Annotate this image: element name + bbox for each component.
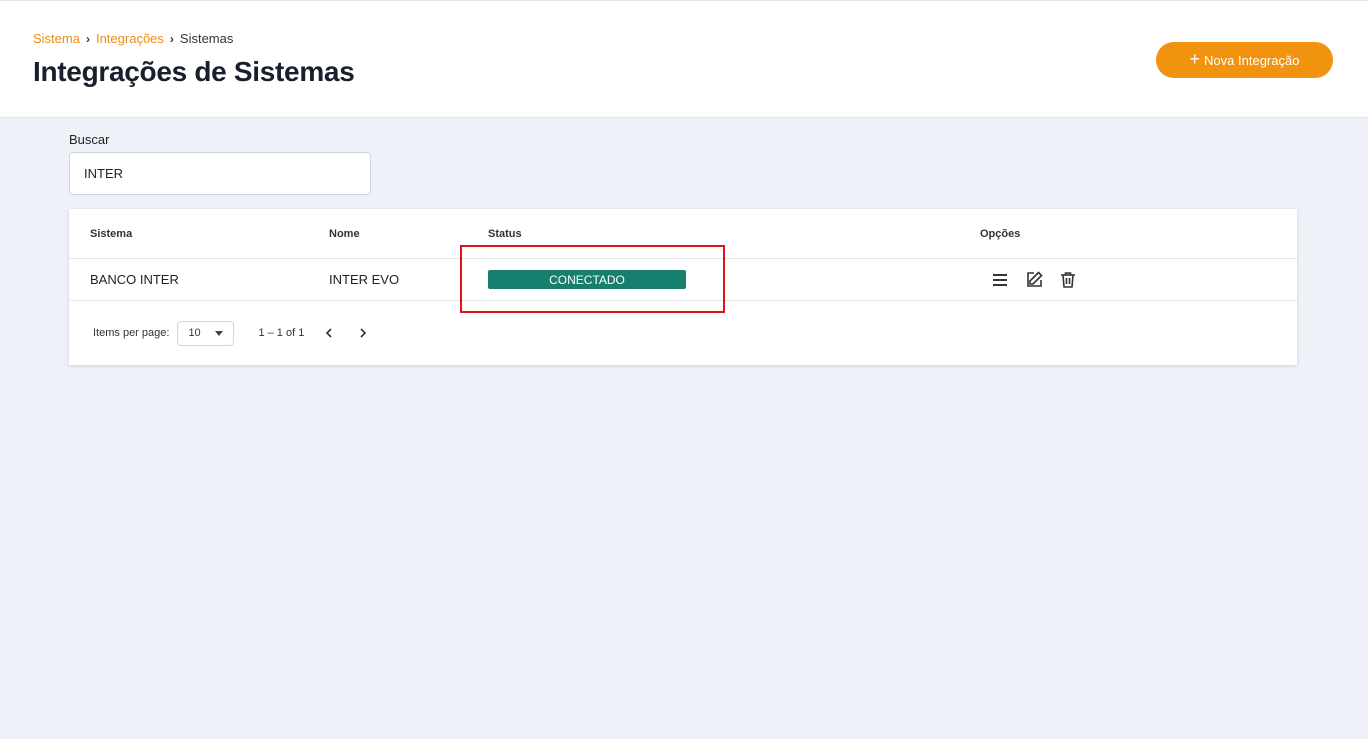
column-header-nome[interactable]: Nome	[329, 209, 360, 258]
integrations-table: Sistema Nome Status Opções BANCO INTER I…	[69, 209, 1297, 365]
new-integration-label: Nova Integração	[1204, 52, 1300, 68]
breadcrumb-separator-icon: ›	[169, 31, 174, 46]
column-header-sistema[interactable]: Sistema	[90, 209, 132, 258]
cell-sistema: BANCO INTER	[90, 272, 179, 287]
plus-icon: +	[1189, 49, 1201, 69]
breadcrumb-item-sistema[interactable]: Sistema	[33, 31, 80, 46]
breadcrumb: Sistema › Integrações › Sistemas	[33, 31, 233, 46]
next-page-button[interactable]	[354, 324, 372, 342]
column-header-opcoes: Opções	[980, 227, 1021, 240]
items-per-page-value: 10	[188, 327, 201, 339]
chevron-left-icon	[326, 328, 332, 338]
cell-opcoes	[980, 259, 1078, 300]
search-label: Buscar	[69, 132, 110, 147]
breadcrumb-separator-icon: ›	[85, 31, 90, 46]
edit-icon[interactable]	[1024, 270, 1044, 290]
table-row[interactable]: BANCO INTER INTER EVO CONECTADO	[69, 259, 1297, 301]
previous-page-button[interactable]	[320, 324, 338, 342]
column-header-status[interactable]: Status	[488, 209, 522, 258]
trash-icon[interactable]	[1058, 270, 1078, 290]
caret-down-icon	[215, 330, 224, 336]
page-header: Sistema › Integrações › Sistemas Integra…	[0, 0, 1368, 118]
cell-nome: INTER EVO	[329, 272, 400, 287]
table-header-row: Sistema Nome Status Opções	[69, 209, 1297, 259]
breadcrumb-item-integracoes[interactable]: Integrações	[96, 31, 164, 46]
page-title: Integrações de Sistemas	[33, 56, 355, 87]
paginator: Items per page: 10 1 – 1 of 1	[69, 301, 1297, 365]
page-range: 1 – 1 of 1	[258, 327, 305, 339]
chevron-right-icon	[360, 328, 367, 338]
items-per-page-select[interactable]: 10	[177, 320, 235, 346]
menu-icon[interactable]	[990, 270, 1010, 290]
new-integration-button[interactable]: + Nova Integração	[1156, 42, 1333, 78]
breadcrumb-current: Sistemas	[179, 31, 234, 46]
search-input[interactable]	[69, 152, 371, 195]
cell-status: CONECTADO	[488, 259, 686, 300]
status-badge: CONECTADO	[488, 270, 686, 289]
items-per-page-label: Items per page:	[93, 327, 170, 339]
